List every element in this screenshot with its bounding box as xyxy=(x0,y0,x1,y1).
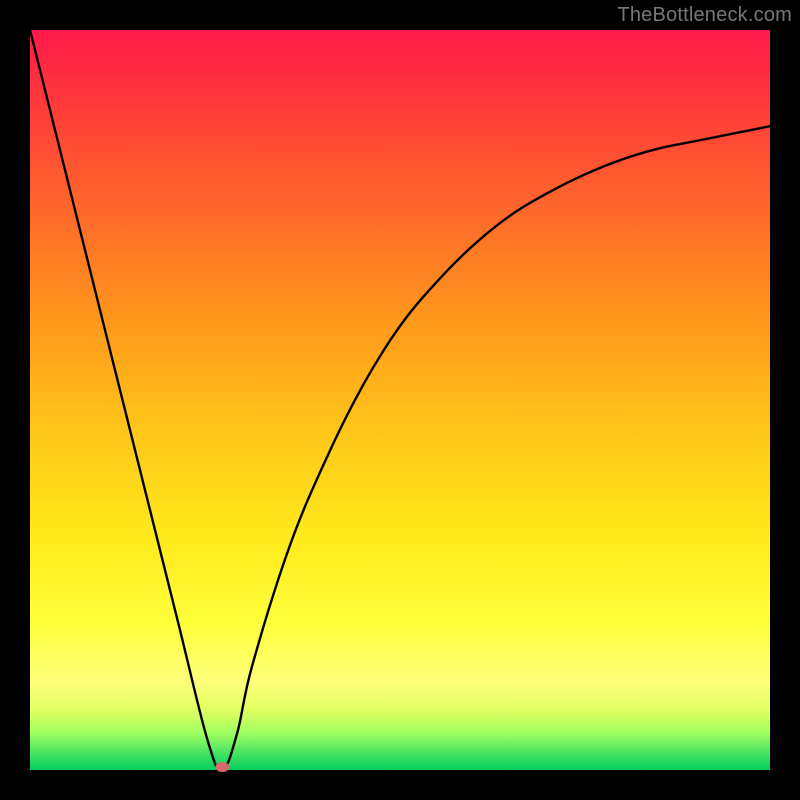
attribution-text: TheBottleneck.com xyxy=(617,4,792,27)
chart-container: TheBottleneck.com xyxy=(0,0,800,800)
bottleneck-curve xyxy=(30,30,770,770)
plot-area xyxy=(30,30,770,770)
minimum-marker xyxy=(215,762,229,772)
curve-path xyxy=(30,30,770,770)
